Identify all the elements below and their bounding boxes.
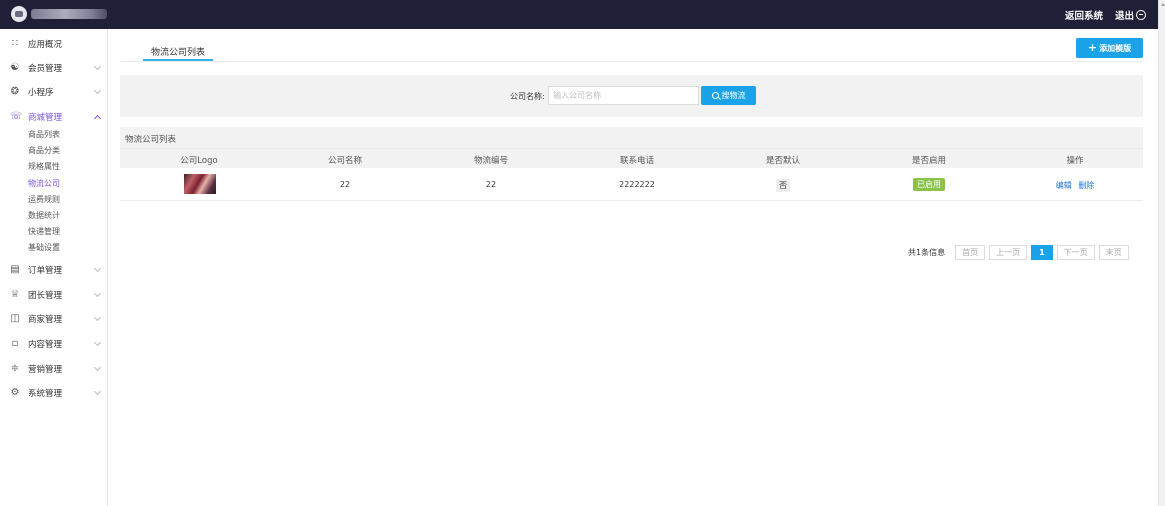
column-header: 操作	[1066, 156, 1084, 166]
sidebar-item-label: 会员管理	[28, 64, 63, 74]
sidebar: ∷ 应用概况 ☯ 会员管理 ❂ 小程序 ☏ 商城管理 商品列表 商品分类 规格属…	[0, 29, 108, 506]
app-logo	[11, 6, 27, 22]
sidebar-item-system[interactable]: ⚙ 系统管理	[0, 383, 107, 403]
crown-icon: ♕	[10, 289, 20, 300]
sidebar-item-overview[interactable]: ∷ 应用概况	[0, 34, 107, 54]
table-header: 公司Logo 公司名称 物流编号 联系电话 是否默认 是否启用 操作	[120, 148, 1143, 168]
company-name-cell: 22	[339, 180, 351, 189]
search-logistics-button[interactable]: 搜物流	[701, 86, 756, 105]
search-button-label: 搜物流	[721, 91, 746, 100]
sidebar-item-leaders[interactable]: ♕ 团长管理	[0, 285, 107, 305]
prev-page-button[interactable]: 上一页	[989, 245, 1028, 260]
submenu-item[interactable]: 规格属性	[28, 161, 60, 172]
clipboard-icon: ▤	[10, 264, 20, 275]
sidebar-item-label: 应用概况	[28, 40, 63, 50]
chevron-down-icon	[93, 313, 102, 322]
sidebar-item-label: 订单管理	[28, 266, 63, 276]
first-page-button[interactable]: 首页	[955, 245, 986, 260]
submenu-item[interactable]: 快递管理	[28, 226, 60, 237]
cart-icon: ☏	[10, 111, 23, 122]
submenu-item[interactable]: 运费规则	[28, 194, 60, 205]
column-header: 联系电话	[619, 156, 654, 166]
chevron-down-icon	[93, 387, 102, 396]
default-badge: 否	[776, 179, 790, 192]
sidebar-item-mall[interactable]: ☏ 商城管理	[0, 107, 107, 127]
store-icon: ◫	[10, 313, 20, 324]
column-header: 物流编号	[473, 156, 508, 166]
column-header: 公司名称	[327, 156, 362, 166]
pagination-info: 共1条信息	[908, 248, 946, 257]
grid-icon: ∷	[11, 38, 19, 49]
next-page-button[interactable]: 下一页	[1056, 245, 1095, 260]
column-header: 是否默认	[765, 156, 800, 166]
chevron-down-icon	[93, 289, 102, 298]
table-row: 22 22 2222222 否 已启用 编辑 删除	[120, 168, 1143, 201]
chevron-down-icon	[93, 86, 102, 95]
chevron-down-icon	[93, 363, 102, 372]
table-title: 物流公司列表	[120, 127, 1143, 148]
sidebar-item-marketing[interactable]: ≑ 营销管理	[0, 359, 107, 379]
sidebar-item-miniprogram[interactable]: ❂ 小程序	[0, 82, 107, 102]
logout-icon	[1136, 10, 1146, 20]
miniprogram-icon: ❂	[10, 86, 20, 97]
chevron-up-icon	[93, 114, 102, 123]
logout-button[interactable]: 退出	[1115, 8, 1146, 22]
submenu-item[interactable]: 商品分类	[28, 145, 60, 156]
page-scrollbar[interactable]	[1158, 0, 1165, 506]
document-icon: ▫	[11, 338, 19, 349]
top-bar: 返回系统 退出	[0, 0, 1158, 29]
sidebar-item-merchants[interactable]: ◫ 商家管理	[0, 309, 107, 329]
logout-label: 退出	[1114, 11, 1134, 22]
logistics-table: 物流公司列表 公司Logo 公司名称 物流编号 联系电话 是否默认 是否启用 操…	[120, 127, 1143, 202]
sidebar-item-label: 系统管理	[28, 389, 63, 399]
chevron-down-icon	[93, 62, 102, 71]
sidebar-item-label: 商城管理	[28, 113, 63, 123]
add-template-button[interactable]: + 添加模版	[1076, 38, 1143, 58]
pagination: 共1条信息 首页 上一页 1 下一页 末页	[908, 245, 1129, 260]
enabled-badge[interactable]: 已启用	[913, 178, 945, 191]
search-panel: 公司名称: 搜物流	[120, 75, 1143, 117]
enabled-cell: 已启用	[856, 178, 1002, 191]
users-icon: ☯	[10, 62, 20, 73]
search-icon	[711, 92, 719, 99]
plus-icon: +	[1087, 41, 1098, 54]
submenu-item[interactable]: 基础设置	[28, 242, 60, 253]
delete-link[interactable]: 删除	[1078, 181, 1094, 190]
chart-icon: ≑	[10, 363, 20, 374]
tab-logistics-list[interactable]: 物流公司列表	[143, 40, 213, 61]
sidebar-item-label: 商家管理	[28, 315, 63, 325]
gear-icon: ⚙	[10, 387, 20, 398]
sidebar-item-label: 内容管理	[28, 340, 63, 350]
add-template-label: 添加模版	[1099, 43, 1132, 53]
edit-link[interactable]: 编辑	[1056, 181, 1072, 190]
column-header: 公司Logo	[180, 156, 218, 166]
current-page-button[interactable]: 1	[1031, 245, 1053, 260]
sidebar-item-label: 团长管理	[28, 291, 63, 301]
chevron-down-icon	[93, 338, 102, 347]
app-name-blurred	[31, 9, 107, 19]
sidebar-item-members[interactable]: ☯ 会员管理	[0, 58, 107, 78]
actions-cell: 编辑 删除	[1002, 180, 1148, 191]
top-actions: 返回系统 退出	[1065, 8, 1146, 22]
column-header: 是否启用	[911, 156, 946, 166]
sidebar-item-label: 营销管理	[28, 365, 63, 375]
logistics-code-cell: 22	[485, 180, 497, 189]
sidebar-item-orders[interactable]: ▤ 订单管理	[0, 260, 107, 280]
chevron-down-icon	[93, 264, 102, 273]
last-page-button[interactable]: 末页	[1098, 245, 1129, 260]
submenu-item[interactable]: 数据统计	[28, 210, 60, 221]
return-system-link[interactable]: 返回系统	[1065, 8, 1103, 22]
company-name-input[interactable]	[548, 86, 699, 105]
company-name-label: 公司名称:	[510, 92, 545, 101]
tab-label: 物流公司列表	[150, 48, 205, 58]
is-default-cell: 否	[710, 179, 856, 192]
phone-cell: 2222222	[619, 180, 655, 189]
sidebar-item-content[interactable]: ▫ 内容管理	[0, 334, 107, 354]
company-logo-image	[184, 174, 216, 194]
submenu-item-active[interactable]: 物流公司	[28, 178, 60, 189]
tab-divider	[120, 61, 1142, 62]
sidebar-item-label: 小程序	[28, 88, 54, 98]
submenu-item[interactable]: 商品列表	[28, 129, 60, 140]
